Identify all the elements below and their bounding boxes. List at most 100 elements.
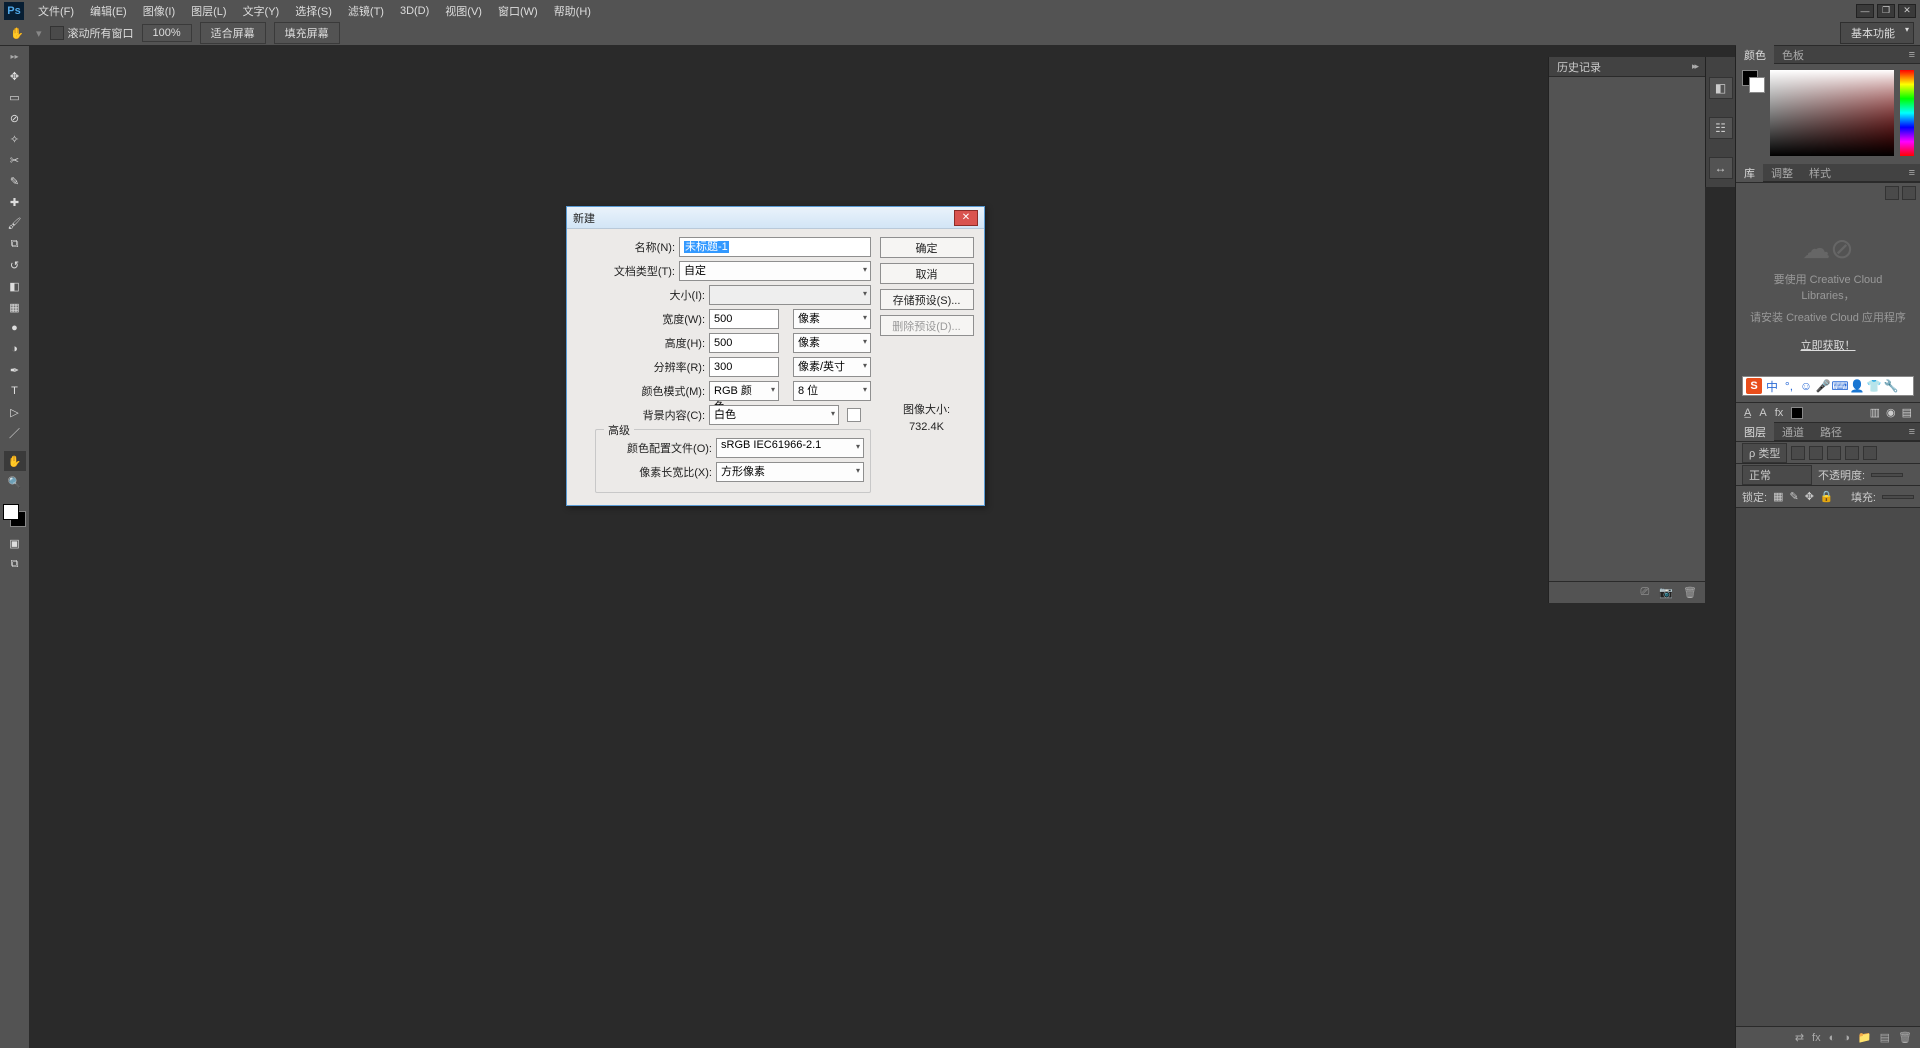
colormode-select[interactable]: RGB 颜色 (709, 381, 779, 401)
menu-filter[interactable]: 滤镜(T) (340, 0, 392, 22)
eraser-tool-icon[interactable]: ◧ (4, 276, 26, 296)
history-tab[interactable]: 历史记录 (1557, 59, 1601, 75)
ime-user-icon[interactable]: 👤 (1850, 379, 1864, 393)
background-color-swatch[interactable] (847, 408, 861, 422)
wand-tool-icon[interactable]: ✧ (4, 129, 26, 149)
link-layers-icon[interactable]: ⇄ (1795, 1031, 1804, 1044)
fill-input[interactable] (1882, 495, 1914, 499)
history-brush-tool-icon[interactable]: ↺ (4, 255, 26, 275)
width-unit-select[interactable]: 像素 (793, 309, 871, 329)
layers-list[interactable] (1736, 508, 1920, 1026)
dialog-titlebar[interactable]: 新建 ✕ (567, 207, 984, 229)
lib-view-grid-icon[interactable] (1885, 186, 1899, 200)
fill-swatch-icon[interactable] (1791, 407, 1803, 419)
menu-edit[interactable]: 编辑(E) (82, 0, 135, 22)
fx-icon[interactable]: fx (1775, 407, 1784, 419)
para-panel-icon[interactable]: A (1759, 407, 1766, 419)
new-layer-icon[interactable]: ▤ (1880, 1031, 1890, 1044)
move-tool-icon[interactable]: ✥ (4, 66, 26, 86)
window-restore-button[interactable]: ❐ (1877, 4, 1895, 18)
lib-get-link[interactable]: 立即获取！ (1801, 337, 1856, 353)
layer-fx-icon[interactable]: fx (1812, 1032, 1821, 1044)
gradient-tool-icon[interactable]: ▦ (4, 297, 26, 317)
ime-punct-icon[interactable]: °, (1782, 379, 1796, 393)
window-minimize-button[interactable]: — (1856, 4, 1874, 18)
ime-indicator[interactable]: S 中 °, ☺ 🎤 ⌨ 👤 👕 🔧 (1742, 376, 1914, 396)
styles-tab[interactable]: 样式 (1801, 163, 1839, 183)
hue-slider[interactable] (1900, 70, 1914, 156)
panel-icon-2[interactable]: ◉ (1886, 406, 1896, 419)
channels-tab[interactable]: 通道 (1774, 422, 1812, 442)
lock-paint-icon[interactable]: ✎ (1789, 490, 1798, 503)
height-input[interactable] (709, 333, 779, 353)
swatches-tab[interactable]: 色板 (1774, 45, 1812, 65)
shape-tool-icon[interactable]: ／ (4, 423, 26, 443)
panel-icon-1[interactable]: ▥ (1870, 406, 1880, 419)
cancel-button[interactable]: 取消 (880, 263, 974, 284)
menu-file[interactable]: 文件(F) (30, 0, 82, 22)
menu-select[interactable]: 选择(S) (287, 0, 340, 22)
quickmask-tool-icon[interactable]: ▣ (4, 533, 26, 553)
fit-screen-button[interactable]: 适合屏幕 (200, 22, 266, 44)
ime-mic-icon[interactable]: 🎤 (1816, 379, 1830, 393)
hand-tool-icon[interactable]: ✋ (6, 24, 28, 42)
ime-skin-icon[interactable]: 👕 (1867, 379, 1881, 393)
dialog-close-button[interactable]: ✕ (954, 210, 978, 226)
color-picker[interactable] (1736, 64, 1920, 164)
profile-select[interactable]: sRGB IEC61966-2.1 (716, 438, 864, 458)
hand-tool[interactable]: ✋ (4, 451, 26, 471)
filter-smart-icon[interactable] (1863, 446, 1877, 460)
menu-window[interactable]: 窗口(W) (490, 0, 546, 22)
bitdepth-select[interactable]: 8 位 (793, 381, 871, 401)
filter-pixel-icon[interactable] (1791, 446, 1805, 460)
libraries-tab[interactable]: 库 (1736, 163, 1763, 183)
aspect-select[interactable]: 方形像素 (716, 462, 864, 482)
lock-all-icon[interactable]: 🔒 (1820, 490, 1834, 503)
lib-view-list-icon[interactable] (1902, 186, 1916, 200)
history-trash-icon[interactable]: 🗑 (1683, 586, 1697, 599)
background-select[interactable]: 白色 (709, 405, 839, 425)
color-panel-menu-icon[interactable]: ≡ (1904, 49, 1920, 61)
screenmode-tool-icon[interactable]: ⧉ (4, 554, 26, 574)
path-select-tool-icon[interactable]: ▷ (4, 402, 26, 422)
healing-tool-icon[interactable]: ✚ (4, 192, 26, 212)
mini-panel-1-icon[interactable]: ◧ (1709, 77, 1733, 99)
filter-adjust-icon[interactable] (1809, 446, 1823, 460)
blur-tool-icon[interactable]: ● (4, 318, 26, 338)
paths-tab[interactable]: 路径 (1812, 422, 1850, 442)
marquee-tool-icon[interactable]: ▭ (4, 87, 26, 107)
history-snapshot-icon[interactable]: ⎚ (1641, 586, 1650, 599)
fill-screen-button[interactable]: 填充屏幕 (274, 22, 340, 44)
brush-tool-icon[interactable]: 🖌 (4, 213, 26, 233)
menu-type[interactable]: 文字(Y) (235, 0, 288, 22)
dodge-tool-icon[interactable]: ◑ (4, 339, 26, 359)
layers-tab[interactable]: 图层 (1736, 422, 1774, 442)
foreground-swatch[interactable] (3, 504, 19, 520)
tools-collapse-icon[interactable]: ▸▸ (10, 52, 18, 61)
history-collapse-icon[interactable]: ▸▸ (1692, 61, 1697, 72)
panel-icon-3[interactable]: ▤ (1902, 406, 1912, 419)
crop-tool-icon[interactable]: ✂ (4, 150, 26, 170)
menu-3d[interactable]: 3D(D) (392, 2, 437, 20)
color-field[interactable] (1770, 70, 1894, 156)
lib-panel-menu-icon[interactable]: ≡ (1904, 167, 1920, 179)
layer-group-icon[interactable]: 📁 (1858, 1031, 1872, 1044)
delete-layer-icon[interactable]: 🗑 (1898, 1031, 1912, 1044)
lock-pos-icon[interactable]: ✥ (1805, 490, 1814, 503)
mini-panel-3-icon[interactable]: ↔ (1709, 157, 1733, 179)
eyedropper-tool-icon[interactable]: ✎ (4, 171, 26, 191)
height-unit-select[interactable]: 像素 (793, 333, 871, 353)
ime-emoji-icon[interactable]: ☺ (1799, 379, 1813, 393)
workspace-switcher[interactable]: 基本功能 (1840, 22, 1914, 44)
ok-button[interactable]: 确定 (880, 237, 974, 258)
char-panel-icon[interactable]: A̲ (1744, 407, 1751, 419)
layer-mask-icon[interactable]: ◐ (1829, 1032, 1836, 1044)
ime-tools-icon[interactable]: 🔧 (1884, 379, 1898, 393)
menu-view[interactable]: 视图(V) (437, 0, 490, 22)
menu-image[interactable]: 图像(I) (135, 0, 183, 22)
picker-background[interactable] (1749, 77, 1765, 93)
resolution-input[interactable] (709, 357, 779, 377)
color-swatches[interactable] (3, 504, 27, 528)
layer-filter-kind[interactable]: ρ 类型 (1742, 443, 1787, 463)
layers-panel-menu-icon[interactable]: ≡ (1904, 426, 1920, 438)
